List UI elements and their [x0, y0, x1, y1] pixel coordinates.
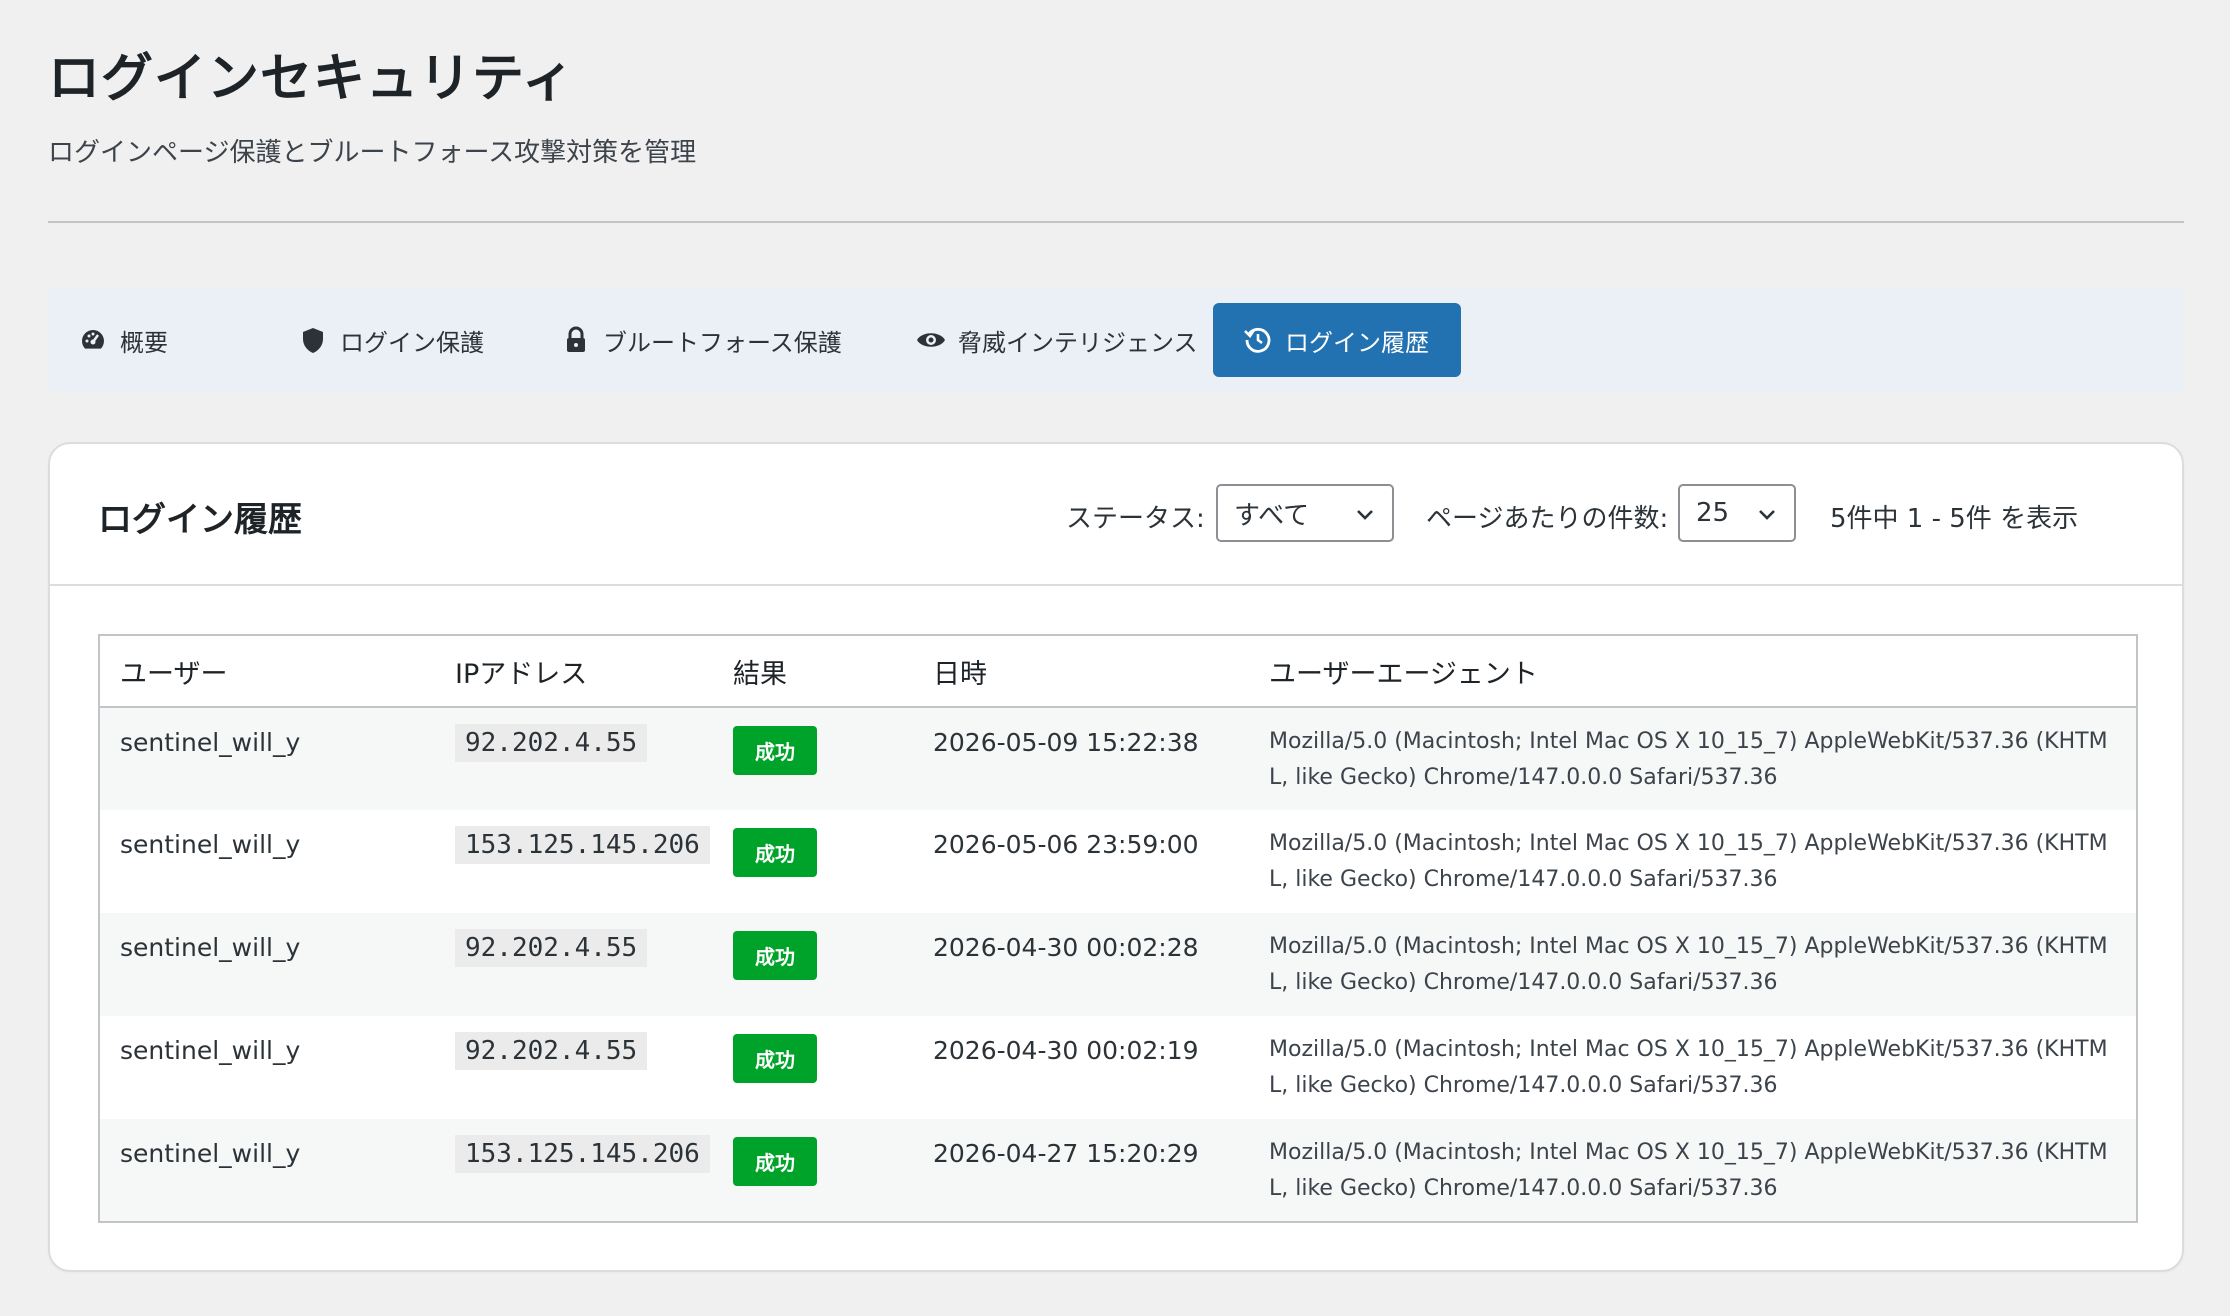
datetime-cell: 2026-05-09 15:22:38 [913, 707, 1249, 810]
ip-address: 153.125.145.206 [455, 1135, 710, 1173]
ip-address: 92.202.4.55 [455, 929, 648, 967]
ip-address: 92.202.4.55 [455, 1032, 648, 1070]
result-cell: 成功 [713, 1016, 913, 1119]
eye-icon [916, 325, 946, 355]
pagination-summary: 5件中 1 - 5件 を表示 [1830, 504, 2079, 534]
tab-label: ブルートフォース保護 [603, 328, 842, 357]
tab-login-protection[interactable]: ログイン保護 [268, 303, 514, 377]
datetime-cell: 2026-04-27 15:20:29 [913, 1119, 1249, 1222]
dashboard-icon [78, 325, 108, 355]
table-header-row: ユーザー IPアドレス 結果 日時 ユーザーエージェント [99, 635, 2137, 708]
ip-address: 153.125.145.206 [455, 826, 710, 864]
result-cell: 成功 [713, 810, 913, 913]
column-header-user-agent: ユーザーエージェント [1249, 635, 2137, 708]
status-filter-value: すべて [1234, 500, 1310, 531]
user-agent-cell: Mozilla/5.0 (Macintosh; Intel Mac OS X 1… [1249, 1119, 2137, 1222]
column-header-datetime: 日時 [913, 635, 1249, 708]
user-cell: sentinel_will_y [99, 1119, 435, 1222]
status-badge: 成功 [733, 828, 817, 877]
tab-overview[interactable]: 概要 [48, 303, 198, 377]
shield-icon [298, 325, 328, 355]
column-header-ip: IPアドレス [435, 635, 713, 708]
column-header-result: 結果 [713, 635, 913, 708]
per-page-value: 25 [1696, 498, 1730, 528]
datetime-cell: 2026-04-30 00:02:19 [913, 1016, 1249, 1119]
page-subtitle: ログインページ保護とブルートフォース攻撃対策を管理 [48, 138, 697, 168]
card-header: ログイン履歴 ステータス: すべて ページあたりの件数: 25 5件中 1 - … [50, 444, 2182, 586]
ip-cell: 153.125.145.206 [435, 1119, 713, 1222]
lock-icon [561, 325, 591, 355]
user-cell: sentinel_will_y [99, 1016, 435, 1119]
card-title: ログイン履歴 [98, 500, 302, 540]
datetime-cell: 2026-05-06 23:59:00 [913, 810, 1249, 913]
user-cell: sentinel_will_y [99, 810, 435, 913]
tab-label: 脅威インテリジェンス [958, 328, 1198, 357]
user-agent-text: Mozilla/5.0 (Macintosh; Intel Mac OS X 1… [1269, 831, 2108, 892]
user-agent-text: Mozilla/5.0 (Macintosh; Intel Mac OS X 1… [1269, 934, 2108, 995]
ip-address: 92.202.4.55 [455, 724, 648, 762]
status-filter-label: ステータス: [1066, 504, 1205, 534]
ip-cell: 92.202.4.55 [435, 707, 713, 810]
user-cell: sentinel_will_y [99, 913, 435, 1016]
ip-cell: 92.202.4.55 [435, 1016, 713, 1119]
table-row: sentinel_will_y 153.125.145.206 成功 2026-… [99, 810, 2137, 913]
tab-label: ログイン履歴 [1285, 328, 1429, 357]
user-agent-text: Mozilla/5.0 (Macintosh; Intel Mac OS X 1… [1269, 1140, 2108, 1201]
user-agent-cell: Mozilla/5.0 (Macintosh; Intel Mac OS X 1… [1249, 707, 2137, 810]
divider [48, 221, 2184, 223]
user-agent-cell: Mozilla/5.0 (Macintosh; Intel Mac OS X 1… [1249, 1016, 2137, 1119]
table-row: sentinel_will_y 92.202.4.55 成功 2026-04-3… [99, 913, 2137, 1016]
tab-login-history[interactable]: ログイン履歴 [1213, 303, 1461, 377]
chevron-down-icon [1759, 510, 1775, 520]
status-badge: 成功 [733, 726, 817, 775]
table-row: sentinel_will_y 153.125.145.206 成功 2026-… [99, 1119, 2137, 1222]
column-header-user: ユーザー [99, 635, 435, 708]
per-page-select[interactable]: 25 [1678, 484, 1796, 542]
user-agent-cell: Mozilla/5.0 (Macintosh; Intel Mac OS X 1… [1249, 913, 2137, 1016]
login-history-card: ログイン履歴 ステータス: すべて ページあたりの件数: 25 5件中 1 - … [48, 442, 2184, 1272]
tab-label: 概要 [120, 328, 168, 357]
chevron-down-icon [1357, 510, 1373, 520]
status-filter-select[interactable]: すべて [1216, 484, 1394, 542]
status-badge: 成功 [733, 1034, 817, 1083]
datetime-cell: 2026-04-30 00:02:28 [913, 913, 1249, 1016]
status-badge: 成功 [733, 1137, 817, 1186]
user-agent-text: Mozilla/5.0 (Macintosh; Intel Mac OS X 1… [1269, 1037, 2108, 1098]
tab-threat-intelligence[interactable]: 脅威インテリジェンス [886, 303, 1228, 377]
tab-bar: 概要 ログイン保護 ブルートフォース保護 脅威インテリジェンス ログイン履歴 [48, 287, 2184, 393]
per-page-label: ページあたりの件数: [1426, 504, 1669, 534]
table-row: sentinel_will_y 92.202.4.55 成功 2026-04-3… [99, 1016, 2137, 1119]
status-badge: 成功 [733, 931, 817, 980]
tab-label: ログイン保護 [340, 328, 484, 357]
ip-cell: 92.202.4.55 [435, 913, 713, 1016]
login-history-table: ユーザー IPアドレス 結果 日時 ユーザーエージェント sentinel_wi… [98, 634, 2138, 1223]
result-cell: 成功 [713, 707, 913, 810]
page-title: ログインセキュリティ [48, 49, 575, 109]
tab-bruteforce-protection[interactable]: ブルートフォース保護 [531, 303, 872, 377]
history-icon [1243, 325, 1273, 355]
result-cell: 成功 [713, 1119, 913, 1222]
user-agent-cell: Mozilla/5.0 (Macintosh; Intel Mac OS X 1… [1249, 810, 2137, 913]
table-row: sentinel_will_y 92.202.4.55 成功 2026-05-0… [99, 707, 2137, 810]
result-cell: 成功 [713, 913, 913, 1016]
ip-cell: 153.125.145.206 [435, 810, 713, 913]
user-cell: sentinel_will_y [99, 707, 435, 810]
user-agent-text: Mozilla/5.0 (Macintosh; Intel Mac OS X 1… [1269, 729, 2108, 790]
